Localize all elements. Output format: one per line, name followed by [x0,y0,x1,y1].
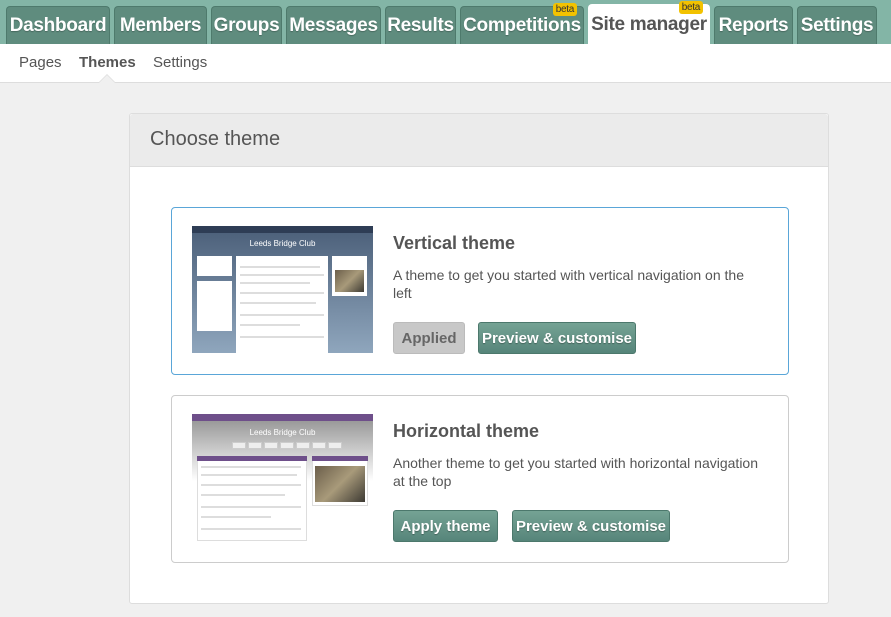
main-nav: Dashboard Members Groups Messages Result… [0,0,891,44]
tab-label: Dashboard [9,14,107,36]
tab-label: Settings [800,14,874,36]
tab-reports[interactable]: Reports [714,6,793,44]
tab-label: Messages [289,14,378,36]
tab-members[interactable]: Members [114,6,207,44]
active-caret [99,75,115,83]
tab-competitions[interactable]: Competitions beta [460,3,584,44]
tab-label: Reports [718,14,789,36]
choose-theme-panel: Choose theme Leeds Bridge Club Vertical … [129,113,829,604]
preview-customise-button[interactable]: Preview & customise [512,510,670,542]
tab-groups[interactable]: Groups [211,6,282,44]
theme-description: A theme to get you started with vertical… [393,267,744,301]
tab-results[interactable]: Results [385,6,456,44]
tab-label: Results [387,14,454,36]
sub-nav: Pages Themes Settings [0,44,891,83]
beta-badge: beta [678,1,703,14]
theme-name: Horizontal theme [393,421,540,441]
tab-label: Competitions [463,14,581,36]
theme-name: Vertical theme [393,233,516,253]
thumbnail-site-title: Leeds Bridge Club [249,428,316,437]
tab-label: Members [119,14,202,36]
subnav-pages[interactable]: Pages [19,54,62,71]
thumbnail-site-title: Leeds Bridge Club [249,239,316,248]
horizontal-theme-thumbnail: Leeds Bridge Club [192,414,373,541]
beta-badge: beta [552,3,577,16]
applied-button: Applied [393,322,465,354]
theme-card-vertical: Leeds Bridge Club Vertical theme A theme… [171,207,789,375]
preview-customise-button[interactable]: Preview & customise [478,322,636,354]
subnav-settings[interactable]: Settings [153,54,207,71]
vertical-theme-thumbnail: Leeds Bridge Club [192,226,373,353]
theme-description: Another theme to get you started with ho… [393,455,758,489]
tab-site-manager[interactable]: Site manager beta [588,1,710,44]
tab-dashboard[interactable]: Dashboard [6,6,110,44]
tab-messages[interactable]: Messages [286,6,381,44]
tab-settings[interactable]: Settings [797,6,877,44]
panel-title: Choose theme [130,114,828,167]
apply-theme-button[interactable]: Apply theme [393,510,498,542]
subnav-themes[interactable]: Themes [79,54,136,71]
tab-label: Site manager [591,13,707,35]
theme-card-horizontal: Leeds Bridge Club Horizontal theme Anoth… [171,395,789,563]
tab-label: Groups [213,14,280,36]
